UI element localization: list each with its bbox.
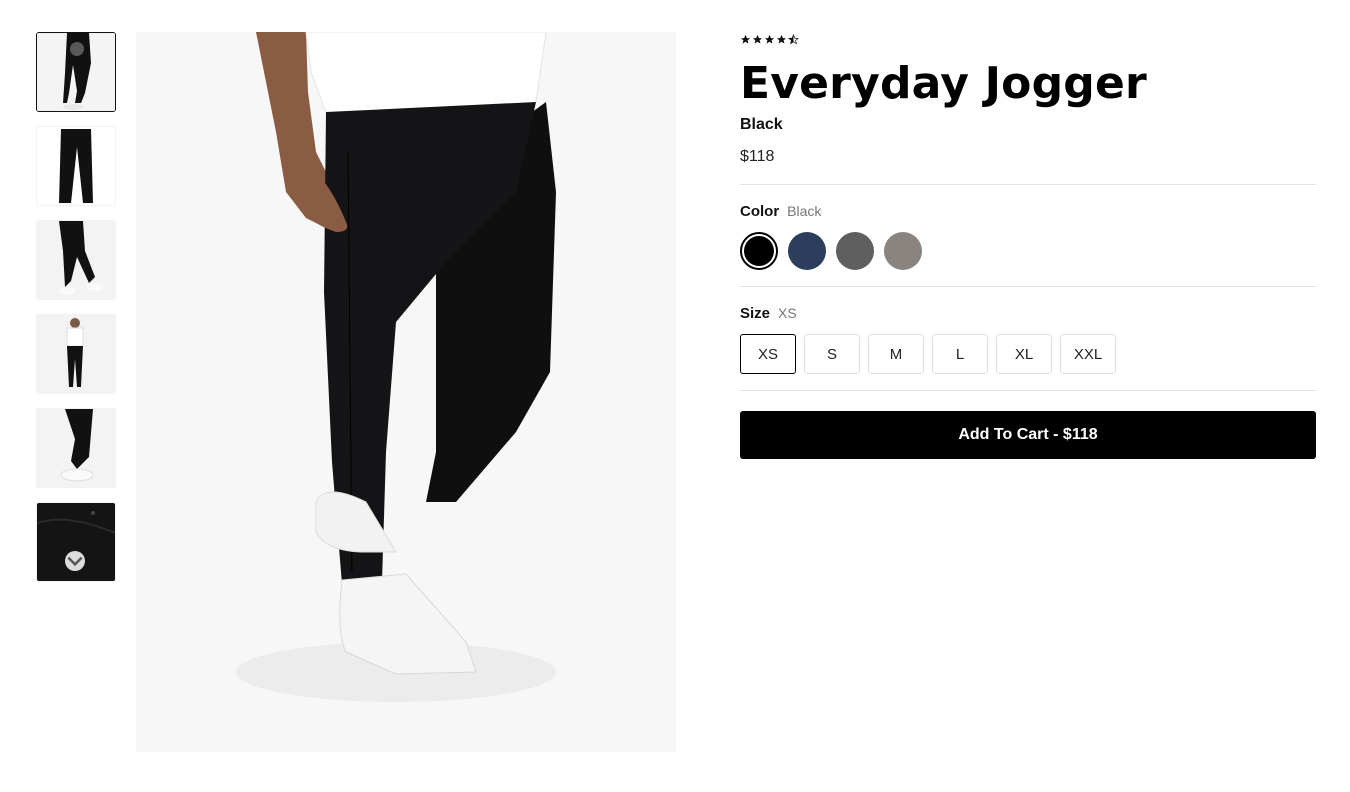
star-icon [740, 34, 751, 44]
thumbnail-gallery [36, 32, 116, 596]
size-section: Size XS XS S M L XL XXL [740, 305, 1316, 374]
thumbnail-image [37, 127, 115, 205]
size-option-s[interactable]: S [804, 334, 860, 374]
thumbnail-image [37, 315, 115, 393]
size-options: XS S M L XL XXL [740, 334, 1316, 374]
divider [740, 390, 1316, 391]
size-option-xxl[interactable]: XXL [1060, 334, 1116, 374]
thumbnail-image [37, 221, 115, 299]
thumbnail-1[interactable] [36, 32, 116, 112]
color-swatches [740, 232, 1316, 270]
thumbnail-image [37, 409, 115, 487]
product-color-name: Black [740, 116, 783, 133]
color-swatch-navy[interactable] [788, 232, 826, 270]
color-swatch-black[interactable] [740, 232, 778, 270]
star-icon [776, 34, 787, 44]
color-section: Color Black [740, 203, 1316, 270]
divider [740, 286, 1316, 287]
star-icon [764, 34, 775, 44]
thumbnail-6[interactable] [36, 502, 116, 582]
add-to-cart-button[interactable]: Add To Cart - $118 [740, 411, 1316, 459]
selected-color-value: Black [787, 203, 822, 219]
color-swatch-taupe[interactable] [884, 232, 922, 270]
product-title: Everyday Jogger [740, 58, 1147, 109]
selected-size-value: XS [778, 305, 797, 321]
thumbnail-5[interactable] [36, 408, 116, 488]
star-icon [752, 34, 763, 44]
thumbnail-image [37, 33, 115, 111]
size-option-xl[interactable]: XL [996, 334, 1052, 374]
size-option-m[interactable]: M [868, 334, 924, 374]
thumbnail-4[interactable] [36, 314, 116, 394]
main-product-image [136, 32, 676, 752]
size-label: Size [740, 305, 771, 322]
product-details: Everyday Jogger Black $118 Color Black S… [740, 32, 1316, 459]
thumbnail-2[interactable] [36, 126, 116, 206]
thumbnail-3[interactable] [36, 220, 116, 300]
color-label: Color [740, 203, 780, 220]
rating-stars [740, 32, 1316, 46]
size-option-l[interactable]: L [932, 334, 988, 374]
size-option-xs[interactable]: XS [740, 334, 796, 374]
divider [740, 184, 1316, 185]
product-price: $118 [740, 148, 775, 165]
chevron-down-icon[interactable] [65, 551, 85, 571]
star-half-icon [788, 33, 799, 44]
color-swatch-charcoal[interactable] [836, 232, 874, 270]
